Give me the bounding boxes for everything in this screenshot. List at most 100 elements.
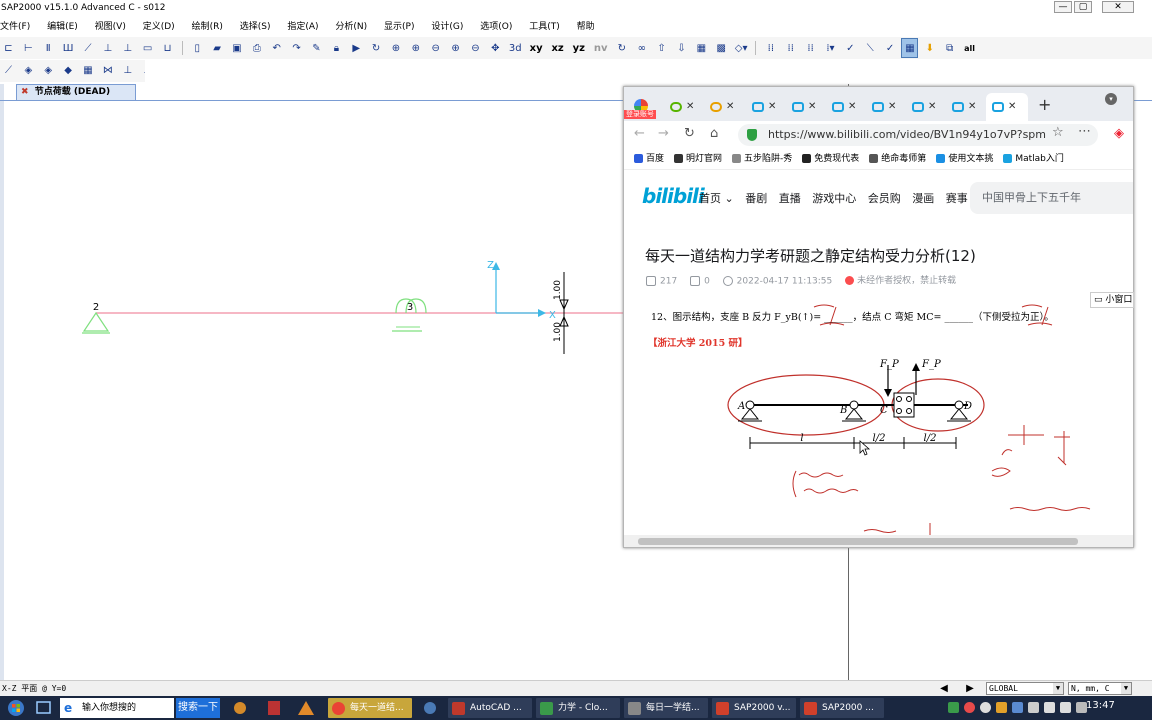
node-icon[interactable]: ◈ (20, 61, 37, 81)
xz-view-button[interactable]: xz (551, 39, 563, 59)
taskbar-item-sap-1[interactable]: SAP2000 v... (712, 698, 796, 718)
yz-view-button[interactable]: yz (573, 39, 585, 59)
app-icon-2[interactable] (264, 699, 284, 717)
xy-view-button[interactable]: xy (530, 39, 543, 59)
beam-icon[interactable]: ⊢ (20, 39, 37, 59)
menu-options[interactable]: 选项(O) (480, 18, 512, 36)
bilibili-logo[interactable]: bilibili (642, 184, 705, 208)
support-icon[interactable]: ⊥ (119, 39, 136, 59)
menu-view[interactable]: 视图(V) (95, 18, 126, 36)
bookmark-star-icon[interactable]: ☆ (1052, 125, 1064, 140)
redo-icon[interactable]: ↷ (288, 39, 305, 59)
menu-analyze[interactable]: 分析(N) (335, 18, 367, 36)
mini-window-button[interactable]: ▭ 小窗口 (1090, 292, 1134, 308)
copy-icon[interactable]: ⧉ (941, 39, 958, 59)
tab-close-icon[interactable]: ✕ (808, 97, 816, 117)
pan-icon[interactable]: ✥ (487, 39, 504, 59)
home-icon[interactable]: ⌂ (710, 126, 718, 141)
menu-assign[interactable]: 指定(A) (287, 18, 318, 36)
bookmark-item[interactable]: 绝命毒师第 (869, 149, 926, 169)
start-button[interactable] (2, 698, 30, 718)
nav-home[interactable]: 首页 ⌄ (699, 190, 734, 206)
nav-game-center[interactable]: 游戏中心 (812, 190, 856, 206)
image-icon[interactable]: ▦ (693, 39, 710, 59)
browser-tab[interactable]: ✕ (786, 97, 826, 117)
cursor-icon[interactable]: ⬇ (921, 39, 938, 59)
wall-icon[interactable]: Ш (60, 39, 77, 59)
browser-tab[interactable]: ✕ (704, 97, 744, 117)
nav-vip-shop[interactable]: 会员购 (868, 190, 901, 206)
browser-tab[interactable]: ✕ (826, 97, 866, 117)
pencil-icon[interactable]: ✎ (308, 39, 325, 59)
bookmark-item[interactable]: Matlab入门 (1003, 149, 1064, 169)
intersect-icon[interactable]: ⋈ (99, 61, 116, 81)
bilibili-search-input[interactable]: 中国甲骨上下五千年 (970, 182, 1133, 214)
nav-live[interactable]: 直播 (779, 190, 801, 206)
tab-close-icon[interactable]: ✕ (726, 97, 734, 117)
nav-esports[interactable]: 赛事 (946, 190, 968, 206)
tab-close-icon[interactable]: ✕ (888, 97, 896, 117)
bookmark-item[interactable]: 明灯官网 (674, 149, 722, 169)
new-file-icon[interactable]: ▯ (189, 39, 206, 59)
link-icon[interactable]: ⊥ (99, 39, 116, 59)
zoom-window-icon[interactable]: ⊕ (388, 39, 405, 59)
bookmark-item[interactable]: 免费现代表 (802, 149, 859, 169)
app-icon-1[interactable] (230, 699, 250, 717)
menu-define[interactable]: 定义(D) (143, 18, 175, 36)
horizontal-scrollbar[interactable] (624, 535, 1133, 547)
tray-icon[interactable] (948, 702, 959, 713)
zoom-prev-icon[interactable]: ⊕ (447, 39, 464, 59)
tray-icon[interactable] (980, 702, 991, 713)
3d-view-icon[interactable]: 3d (507, 39, 524, 59)
taskbar-search-button[interactable]: 搜索一下 (176, 698, 220, 718)
taskbar-item-chrome[interactable]: 每天一道结... (328, 698, 412, 718)
scrollbar-thumb[interactable] (638, 538, 1078, 545)
bookmark-item[interactable]: 五步陷阱-秀 (732, 149, 792, 169)
column-icon[interactable]: Ⅱ (40, 39, 57, 59)
shape-icon[interactable]: ◇▾ (733, 39, 750, 59)
check-icon[interactable]: ✓ (842, 39, 859, 59)
up-arrow-icon[interactable]: ⇧ (653, 39, 670, 59)
grid-snap-icon[interactable]: ▦ (80, 61, 97, 81)
link-chain-icon[interactable]: ∞ (633, 39, 650, 59)
tab-close-icon[interactable]: ✕ (1008, 97, 1016, 117)
more-icon[interactable]: ⋯ (1078, 124, 1091, 139)
app-icon-3[interactable] (296, 699, 316, 717)
node-snap-icon[interactable]: ◈ (40, 61, 57, 81)
zoom-in-icon[interactable]: ⊕ (407, 39, 424, 59)
perpendicular-icon[interactable]: ⊥ (119, 61, 136, 81)
tab-close-icon[interactable]: ✕ (928, 97, 936, 117)
menu-tools[interactable]: 工具(T) (529, 18, 560, 36)
taskbar-item-study[interactable]: 每日一学结... (624, 698, 708, 718)
browser-tab-active-content[interactable]: ✕ (986, 97, 1026, 117)
undo-icon[interactable]: ↶ (268, 39, 285, 59)
brace-icon[interactable]: ⟋ (80, 39, 97, 59)
close-button[interactable]: ✕ (1102, 1, 1134, 13)
bookmark-item[interactable]: 百度 (634, 149, 664, 169)
tab-close-icon[interactable]: ✕ (848, 97, 856, 117)
zoom-out-icon[interactable]: ⊖ (427, 39, 444, 59)
tab-close-icon[interactable]: ✕ (968, 97, 976, 117)
taskbar-item-autocad[interactable]: AutoCAD ... (448, 698, 532, 718)
taskbar-item-sap-2[interactable]: SAP2000 ... (800, 698, 884, 718)
open-folder-icon[interactable]: ▰ (209, 39, 226, 59)
app-icon-4[interactable] (420, 699, 440, 717)
dropdown-icon[interactable]: ⁞▾ (822, 39, 839, 59)
prev-arrow-icon[interactable]: ◀ (934, 683, 954, 695)
reload-icon[interactable]: ↻ (684, 126, 695, 141)
zoom-fit-icon[interactable]: ⊖ (467, 39, 484, 59)
menu-draw[interactable]: 绘制(R) (192, 18, 223, 36)
tray-icon[interactable] (964, 702, 975, 713)
restore-button[interactable]: ▢ (1074, 1, 1092, 13)
refresh-icon[interactable]: ↻ (368, 39, 385, 59)
back-icon[interactable]: ← (634, 126, 645, 141)
all-button[interactable]: all (964, 39, 975, 59)
extension-icon[interactable]: ◈ (1114, 126, 1124, 141)
nv-view-button[interactable]: nv (594, 39, 608, 59)
browser-menu-icon[interactable]: ▾ (1105, 93, 1117, 105)
next-arrow-icon[interactable]: ▶ (960, 683, 980, 695)
frame-icon[interactable]: ⊏ (0, 39, 17, 59)
browser-tab[interactable]: ✕ (906, 97, 946, 117)
volume-icon[interactable] (1044, 702, 1055, 713)
address-bar[interactable]: https://www.bilibili.com/video/BV1n94y1o… (738, 124, 1098, 146)
